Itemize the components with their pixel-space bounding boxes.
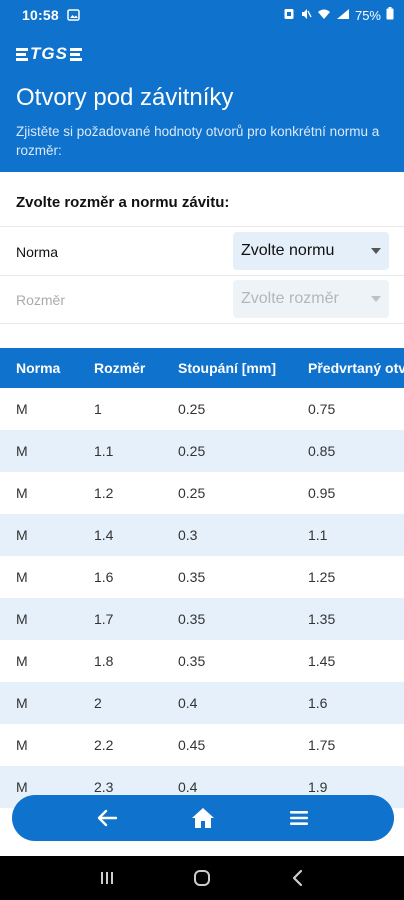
norma-select[interactable]: Zvolte normu	[233, 232, 389, 270]
cell-predvrtany: 0.85	[308, 443, 336, 459]
norma-label: Norma	[16, 244, 59, 260]
header-rozmer: Rozměr	[94, 360, 146, 376]
cell-stoupani: 0.35	[178, 611, 206, 627]
cell-rozmer: 2	[94, 695, 102, 711]
table-row[interactable]: M 2.2 0.45 1.75	[0, 724, 404, 766]
header-stoupani: Stoupání [mm]	[178, 360, 276, 376]
cell-stoupani: 0.45	[178, 737, 206, 753]
header-norma: Norma	[16, 360, 61, 376]
cell-predvrtany: 0.75	[308, 401, 336, 417]
norma-select-value: Zvolte normu	[241, 242, 335, 259]
status-right: 75%	[283, 7, 394, 23]
system-home-icon[interactable]	[182, 863, 222, 893]
table-row[interactable]: M 1.6 0.35 1.25	[0, 556, 404, 598]
logo-text: TGS	[30, 44, 68, 63]
cell-norma: M	[16, 653, 28, 669]
recent-apps-icon[interactable]	[87, 863, 127, 893]
tgs-logo: TGS	[16, 44, 84, 63]
cell-rozmer: 1.6	[94, 569, 114, 585]
photo-icon	[67, 9, 80, 21]
status-bar: 10:58 75%	[0, 0, 404, 30]
cell-predvrtany: 1.1	[308, 527, 328, 543]
cell-norma: M	[16, 779, 28, 795]
signal-icon	[336, 8, 350, 23]
table-row[interactable]: M 1 0.25 0.75	[0, 388, 404, 430]
divider	[0, 275, 404, 276]
table-header: Norma Rozměr Stoupání [mm] Předvrtaný ot…	[0, 348, 404, 388]
cell-norma: M	[16, 443, 28, 459]
cell-predvrtany: 1.75	[308, 737, 336, 753]
table-row[interactable]: M 1.1 0.25 0.85	[0, 430, 404, 472]
form-heading: Zvolte rozměr a normu závitu:	[16, 194, 230, 211]
table-row[interactable]: M 1.7 0.35 1.35	[0, 598, 404, 640]
table-row[interactable]: M 1.2 0.25 0.95	[0, 472, 404, 514]
cell-predvrtany: 0.95	[308, 485, 336, 501]
cell-norma: M	[16, 611, 28, 627]
cell-rozmer: 1.4	[94, 527, 114, 543]
cell-rozmer: 1.2	[94, 485, 114, 501]
system-nav-bar	[0, 856, 404, 900]
rozmer-select[interactable]: Zvolte rozměr	[233, 280, 389, 318]
cell-rozmer: 1.7	[94, 611, 114, 627]
battery-percent: 75%	[354, 7, 381, 23]
cell-predvrtany: 1.35	[308, 611, 336, 627]
menu-icon[interactable]	[284, 803, 314, 833]
rozmer-label: Rozměr	[16, 292, 66, 308]
cell-norma: M	[16, 569, 28, 585]
cell-norma: M	[16, 527, 28, 543]
chevron-down-icon	[371, 248, 381, 254]
cell-rozmer: 1	[94, 401, 102, 417]
cell-rozmer: 1.1	[94, 443, 114, 459]
cell-rozmer: 2.2	[94, 737, 114, 753]
cell-stoupani: 0.35	[178, 653, 206, 669]
status-time: 10:58	[22, 7, 59, 23]
table-row[interactable]: M 1.8 0.35 1.45	[0, 640, 404, 682]
cell-norma: M	[16, 485, 28, 501]
page-title: Otvory pod závitníky	[16, 84, 234, 111]
cell-rozmer: 1.8	[94, 653, 114, 669]
cell-rozmer: 2.3	[94, 779, 114, 795]
cell-stoupani: 0.25	[178, 443, 206, 459]
cell-predvrtany: 1.6	[308, 695, 328, 711]
cell-norma: M	[16, 695, 28, 711]
header-predvrtany: Předvrtaný otvor	[308, 360, 404, 376]
battery-icon	[386, 7, 394, 23]
chevron-down-icon	[371, 296, 381, 302]
cell-stoupani: 0.25	[178, 401, 206, 417]
app-header: TGS Otvory pod závitníky Zjistěte si pož…	[0, 30, 404, 172]
cell-stoupani: 0.35	[178, 569, 206, 585]
divider	[0, 323, 404, 324]
cell-predvrtany: 1.9	[308, 779, 328, 795]
table-row[interactable]: M 1.4 0.3 1.1	[0, 514, 404, 556]
cell-stoupani: 0.4	[178, 695, 198, 711]
cell-predvrtany: 1.25	[308, 569, 336, 585]
back-arrow-icon[interactable]	[92, 803, 122, 833]
mute-icon	[300, 8, 312, 23]
home-icon[interactable]	[188, 803, 218, 833]
sim-icon	[283, 8, 295, 23]
table-row[interactable]: M 2 0.4 1.6	[0, 682, 404, 724]
rozmer-select-value: Zvolte rozměr	[241, 290, 339, 307]
divider	[0, 226, 404, 227]
cell-stoupani: 0.4	[178, 779, 198, 795]
bottom-nav	[12, 795, 394, 841]
cell-norma: M	[16, 737, 28, 753]
cell-predvrtany: 1.45	[308, 653, 336, 669]
cell-norma: M	[16, 401, 28, 417]
cell-stoupani: 0.25	[178, 485, 206, 501]
wifi-icon	[317, 8, 331, 23]
page-subtitle: Zjistěte si požadované hodnoty otvorů pr…	[16, 124, 380, 158]
cell-stoupani: 0.3	[178, 527, 198, 543]
system-back-icon[interactable]	[277, 863, 317, 893]
